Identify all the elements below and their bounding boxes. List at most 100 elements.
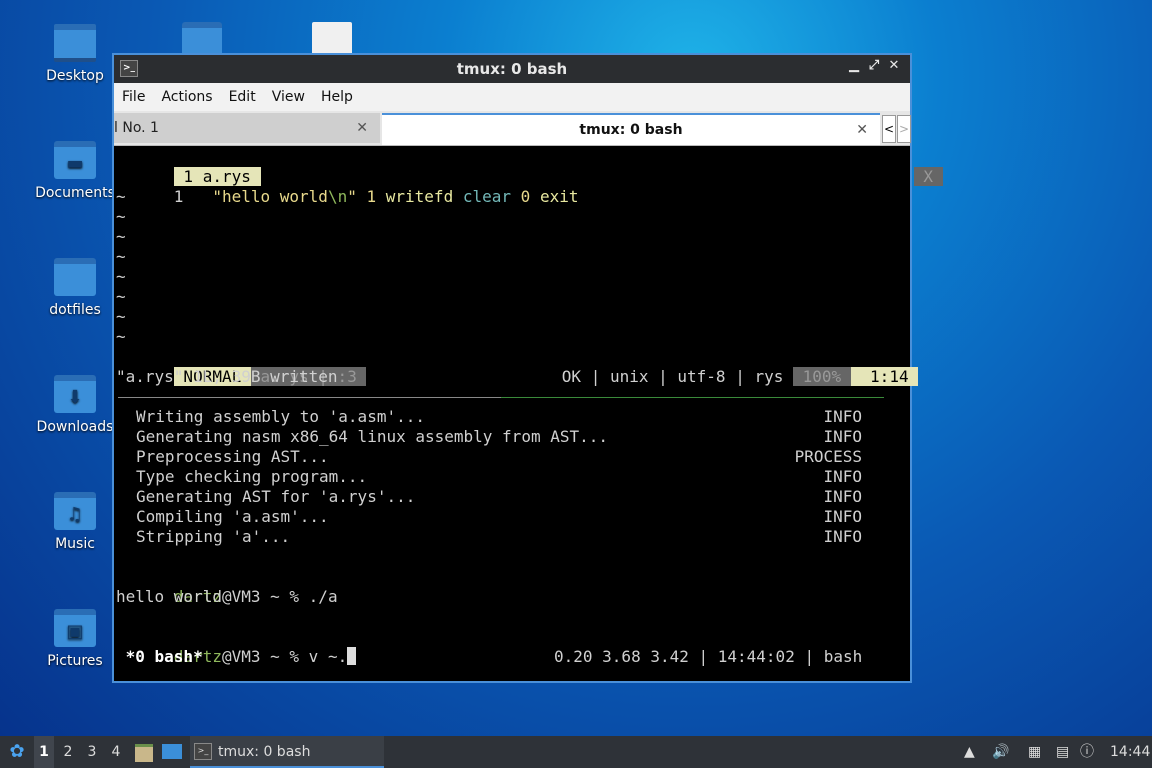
vim-empty-line: ~ [116, 287, 126, 306]
menu-actions[interactable]: Actions [153, 83, 220, 105]
log-level: INFO [823, 467, 862, 486]
taskbar-task-tmux[interactable]: >_ tmux: 0 bash [190, 736, 384, 768]
code-word: writefd [385, 187, 454, 206]
tab-scroll-left-icon[interactable]: < [882, 115, 896, 143]
volume-icon[interactable]: 🔊 [992, 736, 1010, 768]
workspace-4[interactable]: 4 [106, 736, 126, 768]
code-number: 1 [366, 187, 377, 206]
terminal-content[interactable]: 1 a.rys X 1 "hello world\n" 1 writefd cl… [114, 147, 943, 681]
code-escape: \n [327, 187, 348, 206]
log-level: INFO [823, 487, 862, 506]
desktop-icon-downloads[interactable]: ⬇ Downloads [30, 375, 120, 435]
desktop-icon-label: Pictures [47, 653, 103, 669]
vim-empty-line: ~ [116, 327, 126, 346]
cursor [347, 647, 357, 665]
desktop-icon-desktop[interactable]: Desktop [30, 24, 120, 84]
taskbar: ✿ 1 2 3 4 >_ tmux: 0 bash ▲ 🔊 ▦ ▤ ⓘ 14:4… [0, 736, 1152, 768]
code-word: exit [539, 187, 579, 206]
workspace-2[interactable]: 2 [58, 736, 78, 768]
vim-empty-line: ~ [116, 207, 126, 226]
music-folder-icon: ♫ [54, 492, 96, 530]
window-titlebar[interactable]: >_ tmux: 0 bash ▁ ⤢ ✕ [114, 55, 910, 83]
clock[interactable]: 14:44 [1110, 736, 1150, 768]
desktop-icon-music[interactable]: ♫ Music [30, 492, 120, 552]
tab-tmux[interactable]: tmux: 0 bash ✕ [382, 113, 880, 145]
close-icon[interactable]: ✕ [884, 58, 904, 73]
shell-output: hello world [116, 587, 222, 606]
tray-up-arrow-icon[interactable]: ▲ [964, 736, 980, 768]
notification-icon[interactable]: ⓘ [1080, 736, 1100, 768]
desktop-icon-documents[interactable]: ▬ Documents [30, 141, 120, 201]
code-string: "hello world [212, 187, 328, 206]
log-level: INFO [823, 427, 862, 446]
tmux-pane-separator [118, 397, 884, 398]
code-word: clear [462, 187, 512, 206]
log-text: Compiling 'a.asm'... [136, 507, 329, 526]
window-title: tmux: 0 bash [456, 60, 568, 78]
log-text: Writing assembly to 'a.asm'... [136, 407, 425, 426]
log-level: INFO [823, 507, 862, 526]
prompt-command: v ~. [308, 647, 348, 666]
tab-close-icon[interactable]: ✕ [856, 115, 868, 145]
line-number: 1 [173, 187, 184, 206]
vim-empty-line: ~ [116, 307, 126, 326]
show-desktop-icon[interactable] [162, 736, 182, 768]
tab-close-icon[interactable]: ✕ [356, 113, 368, 143]
download-folder-icon: ⬇ [54, 375, 96, 413]
text-file-icon[interactable] [312, 22, 352, 56]
tab-bar: l No. 1 ✕ tmux: 0 bash ✕ < > [114, 111, 911, 146]
vim-tab-close[interactable]: X [913, 167, 943, 186]
desktop-icon-label: Documents [35, 185, 115, 201]
minimize-icon[interactable]: ▁ [844, 58, 864, 73]
desktop-icon-label: Desktop [46, 68, 104, 84]
user-folder-icon[interactable] [182, 22, 222, 56]
folder-icon [54, 258, 96, 296]
log-text: Type checking program... [136, 467, 368, 486]
tmux-window-list[interactable]: *0 bash* [116, 647, 203, 667]
tmux-status-right: 0.20 3.68 3.42 | 14:44:02 | bash [554, 647, 872, 666]
tab-label: l No. 1 [114, 120, 159, 136]
menu-view[interactable]: View [264, 83, 313, 105]
prompt-host: @VM3 ~ % [221, 647, 309, 666]
log-text: Preprocessing AST... [136, 447, 329, 466]
vim-empty-line: ~ [116, 227, 126, 246]
desktop-icon-label: Music [55, 536, 95, 552]
terminal-window: >_ tmux: 0 bash ▁ ⤢ ✕ File Actions Edit View H… [112, 53, 943, 683]
desktop-icon-label: Downloads [36, 419, 114, 435]
workspace-3[interactable]: 3 [82, 736, 102, 768]
code-number: 0 [520, 187, 531, 206]
monitor-icon [54, 24, 96, 62]
log-text: Stripping 'a'... [136, 527, 291, 546]
log-text: Generating nasm x86_64 linux assembly fr… [136, 427, 609, 446]
tab-terminal-1[interactable]: l No. 1 ✕ [114, 113, 380, 143]
start-menu-button[interactable]: ✿ [6, 736, 28, 768]
log-text: Generating AST for 'a.rys'... [136, 487, 416, 506]
log-level: INFO [823, 527, 862, 546]
menu-help[interactable]: Help [313, 83, 361, 105]
vim-status-position: 1:14 [850, 367, 919, 386]
clipboard-icon[interactable]: ▤ [1056, 736, 1074, 768]
menu-edit[interactable]: Edit [221, 83, 264, 105]
desktop-icon-label: dotfiles [49, 302, 101, 318]
pictures-folder-icon: ▣ [54, 609, 96, 647]
prompt-command: ./a [308, 587, 338, 606]
network-icon[interactable]: ▦ [1028, 736, 1048, 768]
file-manager-launcher-icon[interactable] [135, 736, 155, 768]
vim-status-percent: 100% [792, 367, 851, 386]
shell-prompt-line: dartz@VM3 ~ % ./a [116, 567, 338, 606]
tab-label: tmux: 0 bash [579, 122, 683, 138]
log-level: PROCESS [794, 447, 862, 466]
tab-scroll-right-icon[interactable]: > [897, 115, 911, 143]
menu-file[interactable]: File [114, 83, 153, 105]
menubar: File Actions Edit View Help [114, 83, 910, 111]
desktop-icon-pictures[interactable]: ▣ Pictures [30, 609, 120, 669]
vim-empty-line: ~ [116, 187, 126, 206]
vim-empty-line: ~ [116, 247, 126, 266]
vim-message: "a.rys" 1L, 39B written [116, 367, 338, 386]
task-label: tmux: 0 bash [218, 744, 311, 760]
vim-status-info: OK | unix | utf-8 | rys [561, 367, 793, 386]
workspace-1[interactable]: 1 [34, 736, 54, 768]
desktop-icon-dotfiles[interactable]: dotfiles [30, 258, 120, 318]
shell-prompt-line: dartz@VM3 ~ % v ~. [116, 627, 357, 666]
maximize-icon[interactable]: ⤢ [864, 58, 884, 73]
